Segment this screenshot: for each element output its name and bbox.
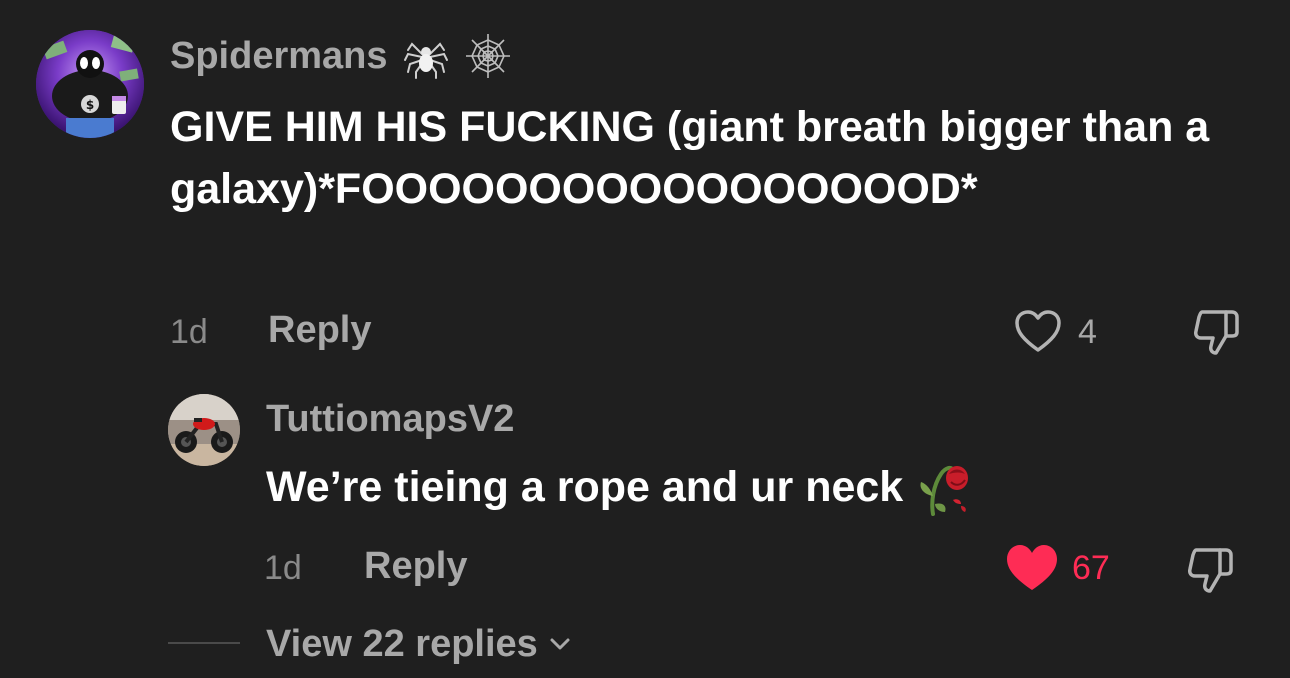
view-replies-button[interactable]: View 22 replies	[266, 622, 574, 666]
comment-timestamp: 1d	[170, 313, 208, 351]
spiderweb-icon	[464, 32, 512, 80]
chevron-down-icon	[550, 638, 570, 650]
thumbs-down-icon	[1188, 548, 1233, 593]
reply-timestamp: 1d	[264, 549, 302, 587]
username-text: Spidermans	[170, 35, 388, 77]
like-count: 4	[1078, 313, 1097, 351]
reply-dislike-button[interactable]	[1184, 544, 1238, 598]
replier-username[interactable]: TuttiomapsV2	[266, 396, 514, 442]
thumbs-down-icon	[1194, 310, 1239, 355]
commenter-username[interactable]: Spidermans	[170, 32, 512, 80]
avatar-image: $	[36, 30, 144, 138]
view-replies-label: View 22 replies	[266, 623, 538, 665]
reply-text: We’re tieing a rope and ur neck	[266, 463, 904, 511]
replies-divider	[168, 642, 240, 644]
like-button[interactable]	[1012, 306, 1064, 358]
dislike-button[interactable]	[1190, 306, 1244, 360]
replier-avatar[interactable]	[168, 394, 240, 466]
heart-outline-icon	[1015, 310, 1061, 352]
svg-text:$: $	[86, 98, 94, 112]
reply-like-button[interactable]	[1004, 542, 1060, 594]
reply-like-count: 67	[1072, 549, 1110, 587]
spider-icon	[402, 32, 450, 80]
reply-button[interactable]: Reply	[268, 310, 371, 350]
reply-to-reply-button[interactable]: Reply	[364, 546, 467, 586]
commenter-avatar[interactable]: $	[36, 30, 144, 138]
avatar-image	[168, 394, 240, 466]
wilted-rose-icon	[915, 456, 975, 518]
comment-text: GIVE HIM HIS FUCKING (giant breath bigge…	[170, 103, 1210, 213]
reply-text-container: We’re tieing a rope and ur neck	[266, 456, 975, 518]
heart-filled-icon	[1007, 545, 1057, 590]
